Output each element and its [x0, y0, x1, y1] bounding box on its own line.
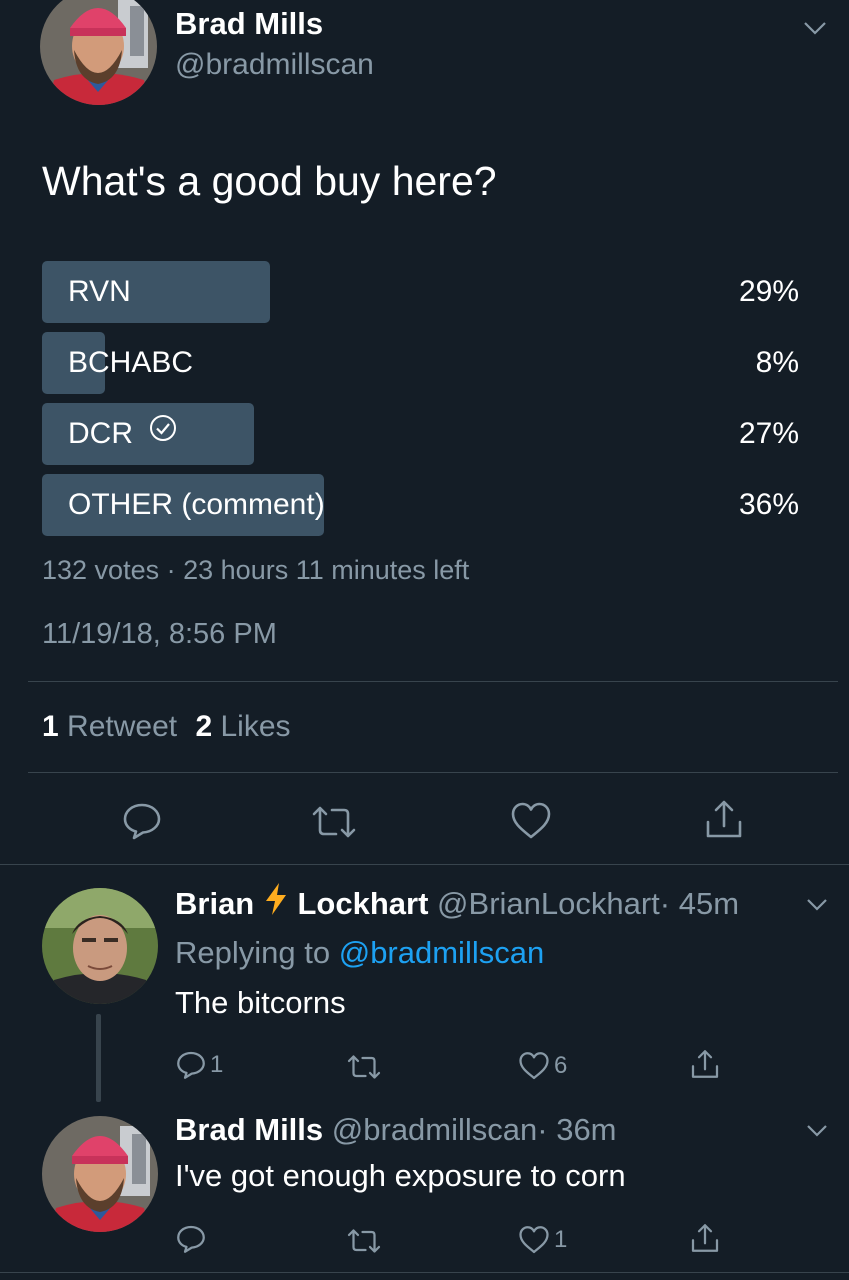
share-icon[interactable]: [690, 1048, 720, 1080]
reply-text: The bitcorns: [175, 985, 346, 1020]
poll-option-label: OTHER (comment): [68, 488, 325, 521]
retweet-icon[interactable]: [346, 1052, 382, 1082]
poll-option-rvn[interactable]: RVN 29%: [42, 261, 799, 323]
like-icon[interactable]: [510, 801, 552, 841]
reply-time: · 36m: [537, 1112, 617, 1147]
reply-count: 1: [210, 1051, 224, 1078]
author-handle[interactable]: @bradmillscan: [175, 48, 374, 82]
poll-option-label: RVN: [68, 275, 131, 308]
reply-header: Brad Mills @bradmillscan· 36m: [175, 1112, 617, 1148]
reply-text: I've got enough exposure to corn: [175, 1158, 626, 1193]
like-icon: [518, 1051, 550, 1081]
divider: [28, 681, 838, 682]
reply-header: Brian Lockhart @BrianLockhart· 45m: [175, 882, 740, 925]
tweet-timestamp: 11/19/18, 8:56 PM: [42, 618, 277, 650]
engagement-stats: 1 Retweet 2 Likes: [42, 710, 291, 744]
avatar[interactable]: [40, 0, 157, 105]
reply-author-name[interactable]: Brian Lockhart: [175, 882, 428, 921]
poll-option-label: BCHABC: [68, 346, 194, 379]
divider: [0, 1272, 849, 1273]
lightning-icon: [263, 881, 289, 925]
like-stat[interactable]: 2 Likes: [195, 710, 290, 743]
retweet-label: Retweet: [67, 710, 178, 743]
chevron-down-icon[interactable]: [806, 1124, 828, 1138]
like-icon: [518, 1225, 550, 1255]
share-icon[interactable]: [690, 1222, 720, 1254]
reply-icon[interactable]: [122, 801, 162, 841]
check-circle-icon: [149, 402, 177, 464]
poll-option-dcr[interactable]: DCR 27%: [42, 403, 799, 465]
poll-option-percent: 8%: [755, 346, 799, 379]
poll-option-percent: 36%: [738, 488, 799, 521]
like-count: 1: [554, 1226, 568, 1253]
replying-prefix: Replying to: [175, 935, 331, 970]
poll-time-left: 23 hours 11 minutes left: [183, 555, 470, 585]
poll-meta: 132 votes · 23 hours 11 minutes left: [42, 555, 469, 586]
retweet-icon[interactable]: [346, 1226, 382, 1256]
poll-option-other[interactable]: OTHER (comment) 36%: [42, 474, 799, 536]
separator: ·: [166, 555, 176, 585]
retweet-stat[interactable]: 1 Retweet: [42, 710, 177, 743]
replying-to: Replying to @bradmillscan: [175, 935, 544, 971]
poll-option-percent: 27%: [738, 417, 799, 450]
avatar[interactable]: [42, 1116, 158, 1232]
like-count: 2: [195, 710, 213, 743]
poll-option-bchabc[interactable]: BCHABC 8%: [42, 332, 799, 394]
tweet-text: What's a good buy here?: [42, 158, 497, 204]
like-label: Likes: [220, 710, 291, 743]
reply-author-handle[interactable]: @bradmillscan: [332, 1112, 537, 1147]
author-name[interactable]: Brad Mills: [175, 6, 323, 42]
retweet-count: 1: [42, 710, 59, 743]
poll-option-percent: 29%: [738, 275, 799, 308]
reply-icon[interactable]: [176, 1224, 206, 1254]
like-count: 6: [554, 1052, 568, 1079]
like-action[interactable]: 6: [518, 1051, 567, 1081]
poll-option-label: DCR: [68, 417, 133, 450]
share-icon[interactable]: [704, 798, 744, 840]
reply-author-handle[interactable]: @BrianLockhart: [437, 886, 660, 921]
reply-icon: [176, 1050, 206, 1080]
chevron-down-icon[interactable]: [806, 898, 828, 912]
divider: [28, 772, 838, 773]
reply-time: · 45m: [659, 886, 740, 921]
poll-votes: 132 votes: [42, 555, 160, 585]
reply-action[interactable]: 1: [176, 1050, 223, 1080]
like-action[interactable]: 1: [518, 1225, 567, 1255]
reply-thread-line: [96, 1014, 101, 1102]
avatar[interactable]: [42, 888, 158, 1004]
divider: [0, 864, 849, 865]
chevron-down-icon[interactable]: [803, 20, 827, 36]
reply-author-name[interactable]: Brad Mills: [175, 1112, 323, 1147]
replying-handle-link[interactable]: @bradmillscan: [339, 935, 544, 970]
retweet-icon[interactable]: [310, 802, 358, 842]
